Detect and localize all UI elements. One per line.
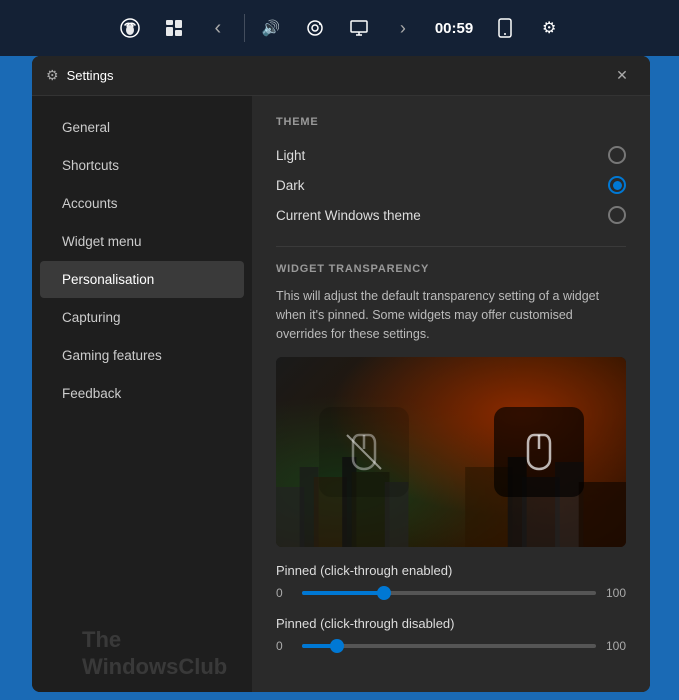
radio-selected-indicator	[613, 181, 622, 190]
xbox-icon[interactable]	[112, 10, 148, 46]
theme-dark-label: Dark	[276, 178, 305, 193]
monitor-icon[interactable]	[341, 10, 377, 46]
slider-1-row: 0 100	[276, 586, 626, 600]
settings-title: Settings	[67, 68, 608, 83]
sidebar-item-personalisation[interactable]: Personalisation	[40, 261, 244, 298]
slider-1-label: Pinned (click-through enabled)	[276, 563, 626, 578]
slider-2-row: 0 100	[276, 639, 626, 653]
sidebar-item-accounts[interactable]: Accounts	[40, 185, 244, 222]
preview-area	[276, 357, 626, 547]
slider-2-label: Pinned (click-through disabled)	[276, 616, 626, 631]
more-icon[interactable]: ›	[385, 10, 421, 46]
theme-windows-option[interactable]: Current Windows theme	[276, 200, 626, 230]
theme-light-label: Light	[276, 148, 305, 163]
clock: 00:59	[429, 20, 479, 37]
camera-icon[interactable]	[297, 10, 333, 46]
sidebar-item-gaming-features[interactable]: Gaming features	[40, 337, 244, 374]
transparency-description: This will adjust the default transparenc…	[276, 287, 626, 343]
slider-2-track[interactable]	[302, 644, 596, 648]
theme-light-option[interactable]: Light	[276, 140, 626, 170]
main-content: THEME Light Dark Current Windows theme W…	[252, 96, 650, 692]
settings-header-gear-icon: ⚙	[46, 67, 59, 84]
theme-windows-radio[interactable]	[608, 206, 626, 224]
slider-1-min: 0	[276, 586, 292, 600]
transparency-section-label: WIDGET TRANSPARENCY	[276, 263, 626, 275]
taskbar: ‹ 🔊 › 00:59 ⚙	[0, 0, 679, 56]
sidebar: General Shortcuts Accounts Widget menu P…	[32, 96, 252, 692]
sidebar-item-widget-menu[interactable]: Widget menu	[40, 223, 244, 260]
slider-1-max: 100	[606, 586, 626, 600]
divider	[244, 14, 245, 42]
preview-widget-solid	[494, 407, 584, 497]
section-divider	[276, 246, 626, 247]
slider-2-thumb[interactable]	[330, 639, 344, 653]
sidebar-item-shortcuts[interactable]: Shortcuts	[40, 147, 244, 184]
sidebar-item-feedback[interactable]: Feedback	[40, 375, 244, 412]
settings-panel: ⚙ Settings ✕ General Shortcuts Accounts …	[32, 56, 650, 692]
settings-close-button[interactable]: ✕	[608, 62, 636, 90]
theme-dark-radio[interactable]	[608, 176, 626, 194]
volume-icon[interactable]: 🔊	[253, 10, 289, 46]
slider-1-track[interactable]	[302, 591, 596, 595]
slider-2-max: 100	[606, 639, 626, 653]
back-icon[interactable]: ‹	[200, 10, 236, 46]
sidebar-item-capturing[interactable]: Capturing	[40, 299, 244, 336]
preview-widget-transparent	[319, 407, 409, 497]
settings-gear-icon[interactable]: ⚙	[531, 10, 567, 46]
slider-1-fill	[302, 591, 384, 595]
preview-widget-overlay	[276, 357, 626, 547]
phone-icon[interactable]	[487, 10, 523, 46]
widgets-icon[interactable]	[156, 10, 192, 46]
theme-section-label: THEME	[276, 116, 626, 128]
theme-windows-label: Current Windows theme	[276, 208, 421, 223]
slider-2-min: 0	[276, 639, 292, 653]
sidebar-item-general[interactable]: General	[40, 109, 244, 146]
theme-light-radio[interactable]	[608, 146, 626, 164]
slider-1-thumb[interactable]	[377, 586, 391, 600]
theme-dark-option[interactable]: Dark	[276, 170, 626, 200]
settings-body: General Shortcuts Accounts Widget menu P…	[32, 96, 650, 692]
settings-header: ⚙ Settings ✕	[32, 56, 650, 96]
